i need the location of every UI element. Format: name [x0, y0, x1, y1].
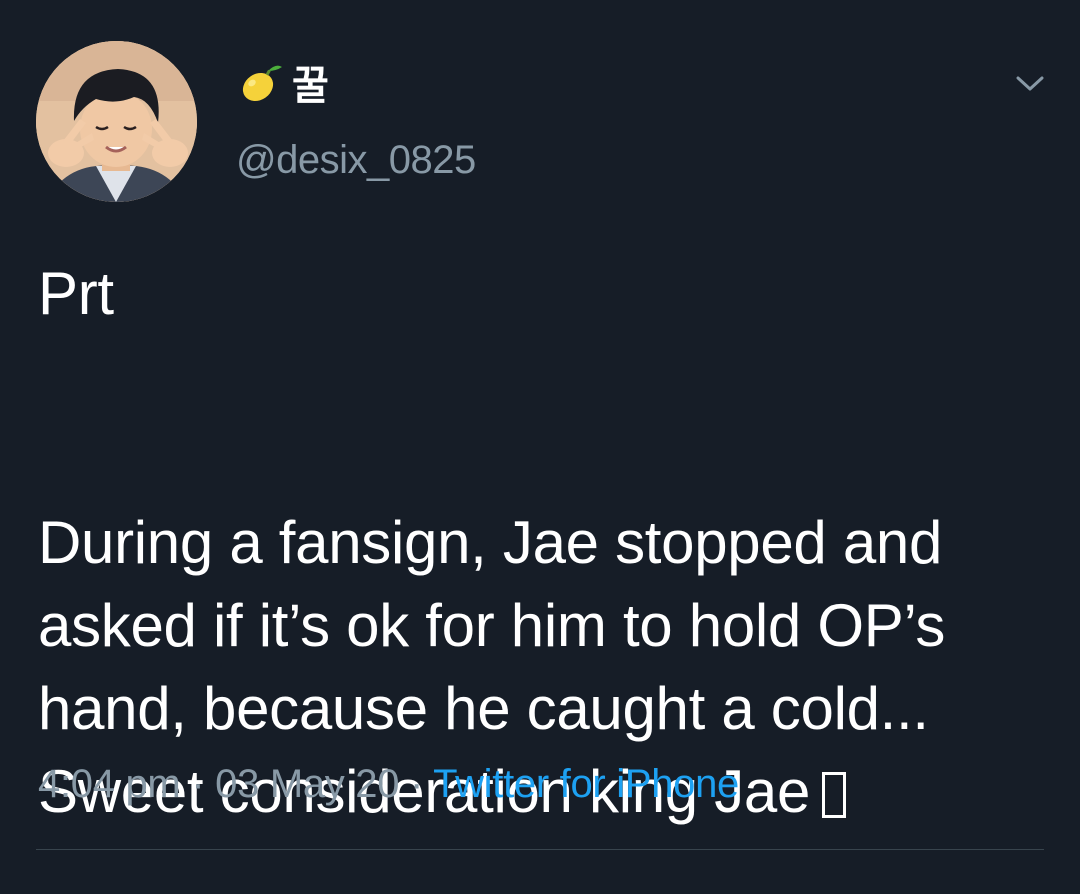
avatar-photo: [36, 41, 197, 202]
avatar[interactable]: [36, 41, 197, 202]
divider: [36, 849, 1044, 850]
display-name[interactable]: 꿀: [236, 56, 329, 109]
tweet-text: Prt During a fansign, Jae stopped and as…: [38, 252, 1048, 833]
emoji-placeholder-icon: [822, 772, 847, 818]
meta-separator: ·: [410, 762, 424, 806]
tweet-time: 4:04 pm: [38, 762, 181, 806]
tweet-line: During a fansign, Jae stopped and: [38, 509, 943, 576]
tweet-line: hand, because he caught a cold...: [38, 675, 929, 742]
tweet-line: asked if it’s ok for him to hold OP’s: [38, 592, 946, 659]
chevron-down-icon[interactable]: [1008, 66, 1052, 100]
meta-separator: ·: [191, 762, 205, 806]
tweet-meta: 4:04 pm · 03 May 20 · Twitter for iPhone: [38, 762, 739, 807]
tweet-line: Prt: [38, 260, 114, 327]
user-handle[interactable]: @desix_0825: [236, 138, 476, 183]
lemon-icon: [236, 57, 286, 107]
display-name-text: 꿀: [292, 63, 329, 109]
tweet: 꿀 @desix_0825 Prt During a fansign, Jae …: [0, 0, 1080, 894]
tweet-date: 03 May 20: [215, 762, 400, 806]
tweet-source-link[interactable]: Twitter for iPhone: [433, 762, 739, 806]
